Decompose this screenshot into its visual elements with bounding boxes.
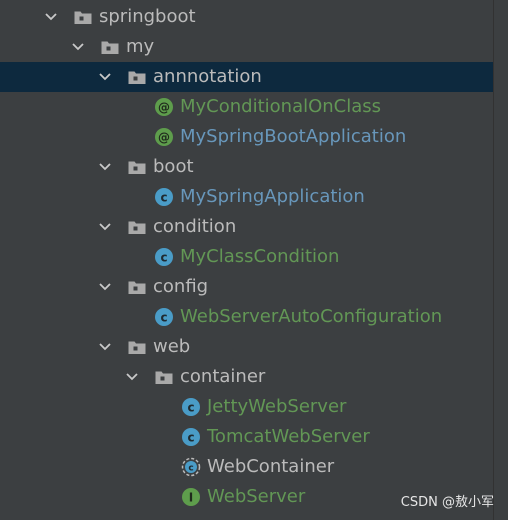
tree-item-WebServerAutoConfiguration[interactable]: c WebServerAutoConfiguration <box>0 302 494 332</box>
class-icon: c <box>154 187 174 207</box>
svg-text:c: c <box>187 401 194 415</box>
chevron-down-icon[interactable] <box>98 272 112 302</box>
tree-item-label: MySpringBootApplication <box>180 126 407 147</box>
tree-item-MySpringBootApplication[interactable]: @ MySpringBootApplication <box>0 122 494 152</box>
package-icon <box>154 367 174 387</box>
svg-text:c: c <box>187 431 194 445</box>
tree-folder-container[interactable]: container <box>0 362 494 392</box>
tree-item-label: condition <box>153 216 237 237</box>
class-icon: c <box>154 307 174 327</box>
tree-folder-springboot[interactable]: springboot <box>0 2 494 32</box>
tree-item-TomcatWebServer[interactable]: c TomcatWebServer <box>0 422 494 452</box>
tree-item-label: springboot <box>99 6 196 27</box>
tree-item-MySpringApplication[interactable]: c MySpringApplication <box>0 182 494 212</box>
chevron-down-icon[interactable] <box>44 2 58 32</box>
svg-text:@: @ <box>158 131 170 145</box>
tree-item-WebContainer[interactable]: c WebContainer <box>0 452 494 482</box>
tree-item-label: JettyWebServer <box>207 396 347 417</box>
tree-item-label: config <box>153 276 209 297</box>
package-icon <box>73 7 93 27</box>
class-icon: c <box>181 427 201 447</box>
svg-text:c: c <box>188 464 193 474</box>
svg-text:@: @ <box>158 101 170 115</box>
tree-item-label: my <box>126 36 155 57</box>
tree-folder-config[interactable]: config <box>0 272 494 302</box>
tree-item-label: MySpringApplication <box>180 186 365 207</box>
tree-item-label: annnotation <box>153 66 262 87</box>
package-icon <box>127 67 147 87</box>
tree-folder-web[interactable]: web <box>0 332 494 362</box>
tree-item-label: MyConditionalOnClass <box>180 96 382 117</box>
package-icon <box>127 337 147 357</box>
tree-item-label: WebServer <box>207 486 306 507</box>
svg-text:c: c <box>160 311 167 325</box>
vertical-scrollbar[interactable] <box>494 0 508 520</box>
chevron-down-icon[interactable] <box>98 152 112 182</box>
tree-item-label: MyClassCondition <box>180 246 340 267</box>
tree-item-label: container <box>180 366 266 387</box>
svg-text:I: I <box>189 491 193 505</box>
svg-text:c: c <box>160 251 167 265</box>
tree-item-label: WebContainer <box>207 456 335 477</box>
project-tree: springboot my annnotation @ MyConditionalOnC… <box>0 2 494 512</box>
chevron-down-icon[interactable] <box>125 362 139 392</box>
tree-item-JettyWebServer[interactable]: c JettyWebServer <box>0 392 494 422</box>
tree-item-label: TomcatWebServer <box>207 426 370 447</box>
tree-item-MyConditionalOnClass[interactable]: @ MyConditionalOnClass <box>0 92 494 122</box>
svg-text:c: c <box>160 191 167 205</box>
interface-icon: I <box>181 487 201 507</box>
package-icon <box>100 37 120 57</box>
class-icon: c <box>154 247 174 267</box>
abstract-class-icon: c <box>181 457 201 477</box>
chevron-down-icon[interactable] <box>98 62 112 92</box>
package-icon <box>127 157 147 177</box>
tree-item-MyClassCondition[interactable]: c MyClassCondition <box>0 242 494 272</box>
tree-folder-my[interactable]: my <box>0 32 494 62</box>
tree-item-label: web <box>153 336 191 357</box>
chevron-down-icon[interactable] <box>98 332 112 362</box>
tree-folder-condition[interactable]: condition <box>0 212 494 242</box>
package-icon <box>127 217 147 237</box>
chevron-down-icon[interactable] <box>71 32 85 62</box>
class-icon: c <box>181 397 201 417</box>
tree-folder-boot[interactable]: boot <box>0 152 494 182</box>
annotation-icon: @ <box>154 97 174 117</box>
watermark: CSDN @敖小军 <box>400 495 494 510</box>
package-icon <box>127 277 147 297</box>
tree-folder-annnotation[interactable]: annnotation <box>0 62 494 92</box>
tree-item-label: WebServerAutoConfiguration <box>180 306 443 327</box>
chevron-down-icon[interactable] <box>98 212 112 242</box>
annotation-icon: @ <box>154 127 174 147</box>
tree-item-label: boot <box>153 156 194 177</box>
